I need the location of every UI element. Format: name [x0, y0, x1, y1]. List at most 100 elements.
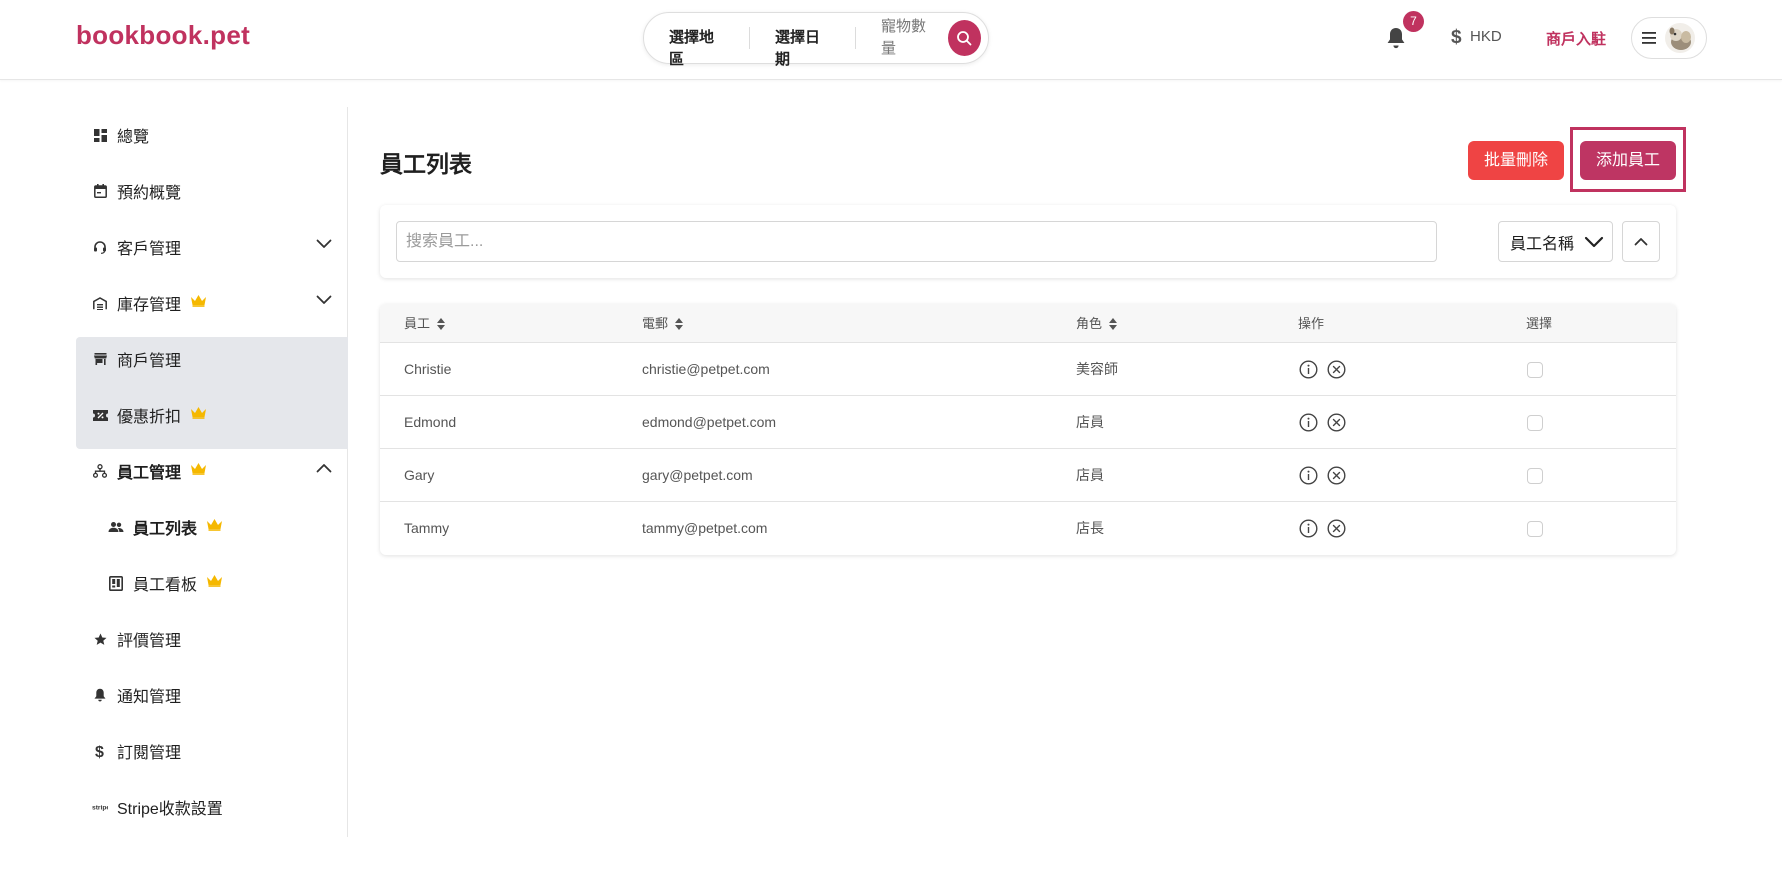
sidebar-item-stripe[interactable]: stripe Stripe收款設置 [76, 779, 348, 835]
calendar-icon [92, 183, 108, 199]
sort-icon [1109, 317, 1118, 330]
sidebar-item-discounts[interactable]: 優惠折扣 [76, 387, 348, 443]
sidebar-item-label: 庫存管理 [117, 297, 182, 314]
chevron-up-icon [316, 464, 332, 473]
user-menu-button[interactable] [1631, 17, 1707, 59]
staff-name: Tammy [404, 520, 450, 536]
row-checkbox[interactable] [1527, 415, 1543, 431]
delete-icon[interactable] [1327, 466, 1346, 485]
search-bar[interactable]: 選擇地區 選擇日期 寵物數量 [643, 12, 989, 68]
table-row: Gary gary@petpet.com 店員 [380, 449, 1676, 502]
staff-role: 店員 [1076, 414, 1104, 430]
svg-text:$: $ [1451, 27, 1462, 46]
info-icon[interactable] [1299, 413, 1318, 432]
sidebar-item-label: 預約概覽 [117, 185, 182, 202]
row-checkbox[interactable] [1527, 362, 1543, 378]
sidebar-item-subscription[interactable]: $ 訂閱管理 [76, 723, 348, 779]
headset-icon [92, 239, 108, 255]
sidebar-item-label: 通知管理 [117, 689, 182, 706]
svg-text:$: $ [95, 744, 104, 759]
sidebar-item-staff-board[interactable]: 員工看板 [76, 555, 348, 611]
staff-name: Gary [404, 467, 435, 483]
sidebar-item-inventory[interactable]: 庫存管理 [76, 275, 348, 331]
info-icon[interactable] [1299, 360, 1318, 379]
pet-count-select[interactable]: 寵物數量 [856, 16, 948, 60]
sidebar-item-label: 員工列表 [133, 521, 198, 538]
delete-icon[interactable] [1327, 360, 1346, 379]
people-icon [108, 519, 124, 535]
sidebar-item-label: 總覽 [117, 129, 150, 146]
merchant-signup-link[interactable]: 商戶入駐 [1546, 28, 1606, 49]
sidebar-item-staff-management[interactable]: 員工管理 [76, 443, 348, 499]
staff-email: tammy@petpet.com [642, 520, 768, 536]
row-checkbox[interactable] [1527, 468, 1543, 484]
table-row: Tammy tammy@petpet.com 店長 [380, 502, 1676, 555]
sort-icon [675, 317, 684, 330]
crown-icon [206, 518, 223, 536]
column-label: 角色 [1076, 316, 1103, 331]
chevron-down-icon [316, 295, 332, 304]
row-actions [1299, 413, 1346, 432]
column-label: 電郵 [642, 316, 669, 331]
column-header-email[interactable]: 電郵 [642, 304, 684, 343]
sidebar-item-label: 商戶管理 [117, 353, 182, 370]
table-header: 員工 電郵 角色 操作 選擇 [380, 304, 1676, 343]
notification-button[interactable] [1385, 26, 1409, 50]
delete-icon[interactable] [1327, 519, 1346, 538]
chevron-down-icon [316, 239, 332, 248]
staff-email: edmond@petpet.com [642, 414, 777, 430]
hamburger-icon [1642, 32, 1656, 44]
sidebar-item-merchant[interactable]: 商戶管理 [76, 331, 348, 387]
org-chart-icon [92, 463, 108, 479]
sidebar-item-overview[interactable]: 總覽 [76, 107, 348, 163]
sidebar-item-staff-list[interactable]: 員工列表 [76, 499, 348, 555]
svg-text:stripe: stripe [92, 805, 108, 811]
region-select[interactable]: 選擇地區 [644, 27, 749, 68]
staff-name: Edmond [404, 414, 457, 430]
info-icon[interactable] [1299, 519, 1318, 538]
bulk-delete-button[interactable]: 批量刪除 [1468, 141, 1564, 180]
filter-bar: 員工名稱 [380, 205, 1676, 278]
search-button[interactable] [947, 20, 981, 56]
sort-direction-button[interactable] [1622, 221, 1660, 262]
sidebar-item-reviews[interactable]: 評價管理 [76, 611, 348, 667]
sort-field-select[interactable]: 員工名稱 [1498, 221, 1613, 262]
add-staff-button[interactable]: 添加員工 [1580, 141, 1676, 180]
row-checkbox[interactable] [1527, 521, 1543, 537]
row-actions [1299, 519, 1346, 538]
sidebar-item-label: Stripe收款設置 [117, 801, 223, 818]
chevron-down-icon [1584, 236, 1604, 248]
dollar-icon: $ [92, 743, 108, 759]
sidebar-item-label: 優惠折扣 [117, 409, 182, 426]
sort-icon [437, 317, 446, 330]
staff-table: 員工 電郵 角色 操作 選擇 Christie christie@petpet.… [380, 304, 1676, 555]
row-actions [1299, 360, 1346, 379]
notification-badge: 7 [1403, 11, 1424, 32]
info-icon[interactable] [1299, 466, 1318, 485]
sidebar-item-notifications[interactable]: 通知管理 [76, 667, 348, 723]
staff-email: christie@petpet.com [642, 361, 770, 377]
staff-role: 美容師 [1076, 361, 1118, 377]
column-header-role[interactable]: 角色 [1076, 304, 1118, 343]
currency-selector[interactable]: $ HKD [1450, 26, 1502, 46]
sidebar-item-label: 評價管理 [117, 633, 182, 650]
delete-icon[interactable] [1327, 413, 1346, 432]
board-icon [108, 575, 124, 591]
sidebar-item-customers[interactable]: 客戶管理 [76, 219, 348, 275]
date-select[interactable]: 選擇日期 [750, 27, 855, 68]
column-header-actions: 操作 [1298, 304, 1324, 343]
sidebar-item-bookings[interactable]: 預約概覽 [76, 163, 348, 219]
table-row: Edmond edmond@petpet.com 店員 [380, 396, 1676, 449]
column-header-name[interactable]: 員工 [404, 304, 446, 343]
staff-role: 店員 [1076, 467, 1104, 483]
staff-search-input[interactable] [396, 221, 1437, 262]
top-header: bookbook.pet 選擇地區 選擇日期 寵物數量 7 $ HKD 商戶入駐 [0, 0, 1782, 80]
stripe-icon: stripe [92, 799, 108, 815]
star-icon [92, 631, 108, 647]
sort-field-label: 員工名稱 [1510, 235, 1575, 253]
column-label: 選擇 [1526, 316, 1553, 331]
column-label: 操作 [1298, 316, 1325, 331]
search-icon [957, 31, 972, 46]
sidebar-item-label: 客戶管理 [117, 241, 182, 258]
logo[interactable]: bookbook.pet [76, 20, 250, 51]
